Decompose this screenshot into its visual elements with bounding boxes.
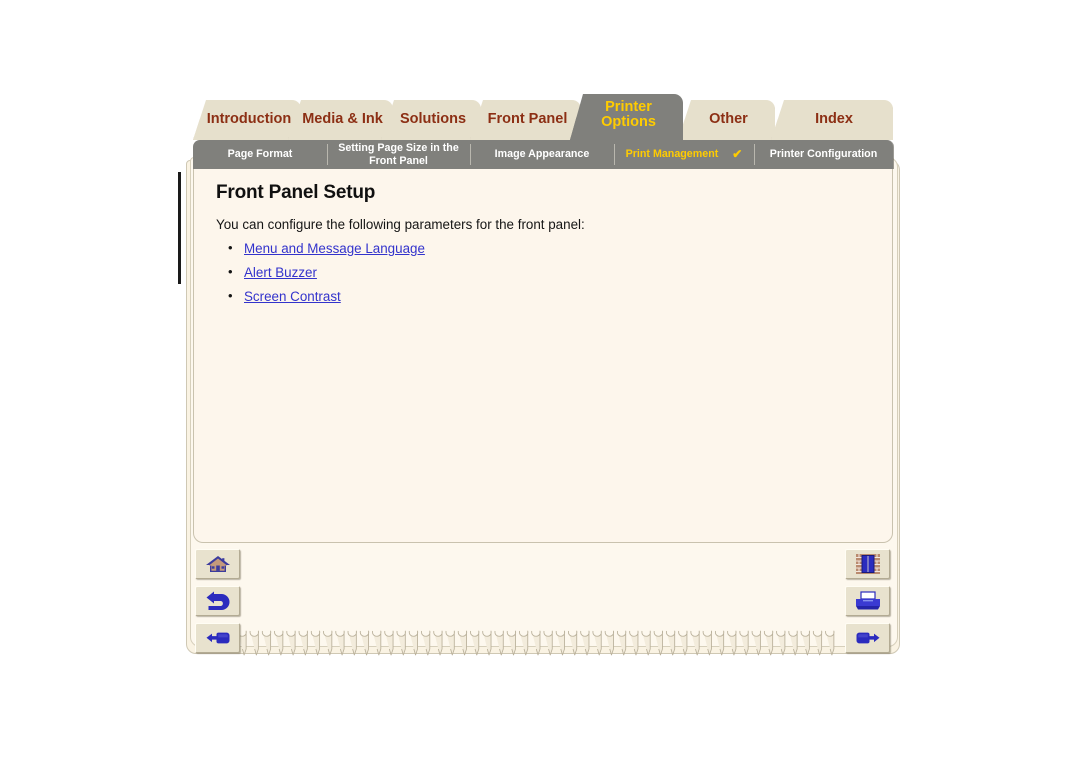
subtab-label: Printer Configuration — [769, 148, 878, 161]
tab-label: Other — [709, 110, 748, 127]
link-menu-and-message-language[interactable]: Menu and Message Language — [244, 241, 425, 256]
subtab-label-line2: Front Panel — [369, 154, 428, 167]
subtab-label: Setting Page Size in the — [338, 142, 459, 155]
tab-label-line2: Options — [601, 114, 656, 130]
tab-solutions[interactable]: Solutions — [381, 100, 481, 140]
subtab-printer-configuration[interactable]: Printer Configuration — [754, 140, 893, 169]
content-page: Front Panel Setup You can configure the … — [193, 168, 893, 543]
next-page-button[interactable] — [845, 623, 890, 653]
tab-label: Introduction — [206, 110, 292, 127]
back-button[interactable] — [195, 586, 240, 616]
hand-pointing-left-icon — [206, 632, 229, 644]
tab-other[interactable]: Other — [678, 100, 775, 140]
page-title: Front Panel Setup — [216, 182, 376, 203]
link-alert-buzzer[interactable]: Alert Buzzer — [244, 265, 317, 280]
home-button[interactable] — [195, 549, 240, 579]
tab-label: Media & Ink — [302, 110, 383, 127]
subtab-page-format[interactable]: Page Format — [193, 140, 327, 169]
tab-introduction[interactable]: Introduction — [193, 100, 301, 140]
tab-label: Front Panel — [487, 110, 568, 127]
main-tab-bar: Introduction Media & Ink Solutions Front… — [193, 94, 893, 140]
subtab-setting-page-size[interactable]: Setting Page Size in the Front Panel — [327, 140, 470, 169]
parameter-link-list: Menu and Message Language Alert Buzzer S… — [210, 240, 874, 304]
bookcase-exit-icon — [855, 554, 880, 574]
subtab-label-wrap: Setting Page Size in the Front Panel — [338, 142, 459, 167]
subtab-label: Page Format — [227, 148, 293, 161]
back-arrow-icon — [206, 591, 229, 610]
subtab-label: Print Management — [625, 148, 719, 161]
tab-label: Index — [815, 110, 853, 127]
subtab-image-appearance[interactable]: Image Appearance — [470, 140, 614, 169]
page-intro-text: You can configure the following paramete… — [216, 217, 585, 232]
tab-printer-options[interactable]: Printer Options — [570, 94, 683, 140]
contents-button[interactable] — [845, 549, 890, 579]
printer-icon — [855, 591, 880, 610]
checkmark-icon: ✔ — [732, 146, 743, 161]
spiral-binding — [237, 630, 835, 656]
right-nav-button-group — [845, 549, 890, 660]
list-item: Menu and Message Language — [228, 240, 874, 256]
document-viewer: Introduction Media & Ink Solutions Front… — [0, 0, 1080, 763]
tab-index[interactable]: Index — [771, 100, 893, 140]
list-item: Alert Buzzer — [228, 264, 874, 280]
home-icon — [205, 556, 230, 572]
tab-media-and-ink[interactable]: Media & Ink — [288, 100, 393, 140]
print-button[interactable] — [845, 586, 890, 616]
left-nav-button-group — [195, 549, 240, 660]
tab-label: Solutions — [399, 110, 467, 127]
sub-tab-bar: Page Format Setting Page Size in the Fro… — [193, 140, 893, 169]
tab-front-panel[interactable]: Front Panel — [470, 100, 581, 140]
previous-page-button[interactable] — [195, 623, 240, 653]
subtab-print-management[interactable]: Print Management ✔ — [614, 140, 754, 169]
subtab-label: Image Appearance — [494, 148, 590, 161]
link-screen-contrast[interactable]: Screen Contrast — [244, 289, 341, 304]
list-item: Screen Contrast — [228, 288, 874, 304]
hand-pointing-right-icon — [856, 632, 879, 644]
left-margin-bar — [178, 172, 181, 284]
tab-label: Printer — [605, 98, 652, 115]
